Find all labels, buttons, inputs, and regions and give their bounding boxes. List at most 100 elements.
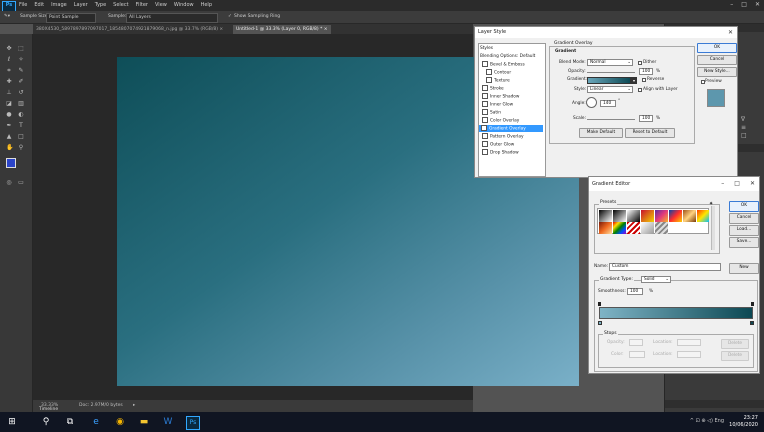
color-stop-left[interactable] xyxy=(598,321,602,325)
checkbox[interactable] xyxy=(482,141,488,147)
eyedropper-tool-icon[interactable]: ✎ xyxy=(18,68,24,74)
checkbox[interactable] xyxy=(482,101,488,107)
scale-input[interactable]: 100 xyxy=(639,115,653,122)
edge-browser-icon[interactable]: e xyxy=(90,416,102,428)
screen-mode-icon[interactable]: ▭ xyxy=(18,180,24,186)
presets-scrollbar[interactable] xyxy=(711,206,715,250)
stop-color-delete-button[interactable]: Delete xyxy=(721,351,749,361)
preset-swatch[interactable] xyxy=(641,222,654,234)
stop-delete-button[interactable]: Delete xyxy=(721,339,749,349)
checkbox[interactable] xyxy=(482,133,488,139)
move-tool-icon[interactable]: ✥ xyxy=(6,46,12,52)
path-select-icon[interactable]: ▲ xyxy=(6,134,12,140)
style-pattern-overlay[interactable]: Pattern Overlay xyxy=(480,133,524,140)
gradient-tool-icon[interactable]: ▥ xyxy=(18,101,24,107)
gradient-load-button[interactable]: Load... xyxy=(729,225,759,236)
gradient-cancel-button[interactable]: Cancel xyxy=(729,213,759,224)
minimize-button[interactable]: – xyxy=(721,177,724,191)
lasso-tool-icon[interactable]: ℓ xyxy=(6,57,12,63)
sample-select[interactable]: All Layers xyxy=(126,13,218,23)
style-bevel-emboss[interactable]: Bevel & Emboss xyxy=(480,61,525,68)
gradient-type-select[interactable]: Solid ⌄ xyxy=(641,276,671,283)
checkbox[interactable] xyxy=(482,61,488,67)
maximize-button[interactable]: □ xyxy=(734,177,740,191)
stop-opacity-input[interactable] xyxy=(629,339,643,346)
file-explorer-icon[interactable]: ▬ xyxy=(138,416,150,428)
pen-tool-icon[interactable]: ✒ xyxy=(6,123,12,129)
style-color-overlay[interactable]: Color Overlay xyxy=(480,117,519,124)
menu-help[interactable]: Help xyxy=(201,2,212,8)
checkbox[interactable] xyxy=(486,77,492,83)
opacity-input[interactable]: 100 xyxy=(639,68,653,75)
style-inner-glow[interactable]: Inner Glow xyxy=(480,101,513,108)
style-satin[interactable]: Satin xyxy=(480,109,501,116)
style-outer-glow[interactable]: Outer Glow xyxy=(480,141,514,148)
tab-document-1[interactable]: 380X4530_5897897897097017_18548070749218… xyxy=(33,25,226,34)
quick-mask-icon[interactable]: ◎ xyxy=(6,180,12,186)
presets-grid[interactable] xyxy=(597,208,709,234)
gear-icon[interactable]: ✷ xyxy=(709,201,713,207)
menu-window[interactable]: Window xyxy=(174,2,194,8)
opacity-stop-left[interactable] xyxy=(598,302,601,306)
color-stop-right[interactable] xyxy=(750,321,754,325)
menu-select[interactable]: Select xyxy=(113,2,128,8)
layer-style-cancel-button[interactable]: Cancel xyxy=(697,55,737,65)
chrome-browser-icon[interactable]: ◉ xyxy=(114,416,126,428)
tab-document-2[interactable]: Untitled-1 @ 33.3% (Layer 0, RGB/8) * × xyxy=(233,25,331,34)
foreground-color-swatch[interactable] xyxy=(6,158,16,168)
preset-swatch[interactable] xyxy=(613,222,626,234)
brush-tool-icon[interactable]: ✐ xyxy=(18,79,24,85)
status-arrow-icon[interactable]: ▸ xyxy=(133,403,135,408)
windows-start-icon[interactable]: ⊞ xyxy=(6,416,18,428)
preset-swatch[interactable] xyxy=(599,222,612,234)
reverse-checkbox[interactable] xyxy=(642,78,646,82)
menu-image[interactable]: Image xyxy=(51,2,67,8)
style-texture[interactable]: Texture xyxy=(484,77,510,84)
photoshop-taskbar-icon[interactable]: Ps xyxy=(186,416,200,430)
checkbox[interactable] xyxy=(481,125,487,131)
preset-swatch[interactable] xyxy=(669,210,682,222)
style-select[interactable]: Linear ⌄ xyxy=(587,86,633,93)
dodge-tool-icon[interactable]: ◐ xyxy=(18,112,24,118)
style-contour[interactable]: Contour xyxy=(484,69,511,76)
preset-swatch[interactable] xyxy=(697,210,709,222)
gradient-save-button[interactable]: Save... xyxy=(729,237,759,248)
shape-tool-icon[interactable]: □ xyxy=(18,134,24,140)
checkbox[interactable] xyxy=(486,69,492,75)
close-button[interactable]: ✕ xyxy=(755,1,760,8)
gradient-dropdown-icon[interactable]: ▾ xyxy=(631,77,637,84)
stop-color-swatch[interactable] xyxy=(629,351,645,358)
make-default-button[interactable]: Make Default xyxy=(579,128,623,138)
smoothness-input[interactable]: 100 xyxy=(627,288,643,295)
preset-swatch[interactable] xyxy=(627,210,640,222)
eyedropper-icon[interactable]: ✎▾ xyxy=(4,14,10,19)
opacity-slider[interactable] xyxy=(587,72,635,73)
style-blending-options[interactable]: Blending Options: Default xyxy=(480,53,535,60)
stamp-tool-icon[interactable]: ⊥ xyxy=(6,90,12,96)
menu-view[interactable]: View xyxy=(155,2,167,8)
style-inner-shadow[interactable]: Inner Shadow xyxy=(480,93,519,100)
scale-slider[interactable] xyxy=(587,119,635,120)
checkbox[interactable] xyxy=(482,149,488,155)
checkbox[interactable] xyxy=(482,93,488,99)
menu-edit[interactable]: Edit xyxy=(34,2,44,8)
magic-wand-icon[interactable]: ✧ xyxy=(18,57,24,63)
menu-file[interactable]: File xyxy=(19,2,27,8)
healing-tool-icon[interactable]: ✚ xyxy=(6,79,12,85)
show-ring-checkbox[interactable]: ✓ xyxy=(228,14,232,19)
task-view-icon[interactable]: ⧉ xyxy=(64,416,76,428)
word-app-icon[interactable]: W xyxy=(162,416,174,428)
type-tool-icon[interactable]: T xyxy=(18,123,24,129)
system-clock[interactable]: 23:27 10/06/2020 xyxy=(729,415,758,429)
style-drop-shadow[interactable]: Drop Shadow xyxy=(480,149,519,156)
preset-swatch[interactable] xyxy=(655,222,668,234)
layer-style-ok-button[interactable]: OK xyxy=(697,43,737,53)
preset-swatch[interactable] xyxy=(655,210,668,222)
dither-checkbox[interactable] xyxy=(638,61,642,65)
name-input[interactable]: Custom xyxy=(609,263,721,271)
opacity-stop-right[interactable] xyxy=(751,302,754,306)
angle-dial[interactable] xyxy=(586,97,597,108)
zoom-tool-icon[interactable]: ⚲ xyxy=(18,145,24,151)
checkbox[interactable] xyxy=(482,85,488,91)
stop-color-location-input[interactable] xyxy=(677,351,701,358)
